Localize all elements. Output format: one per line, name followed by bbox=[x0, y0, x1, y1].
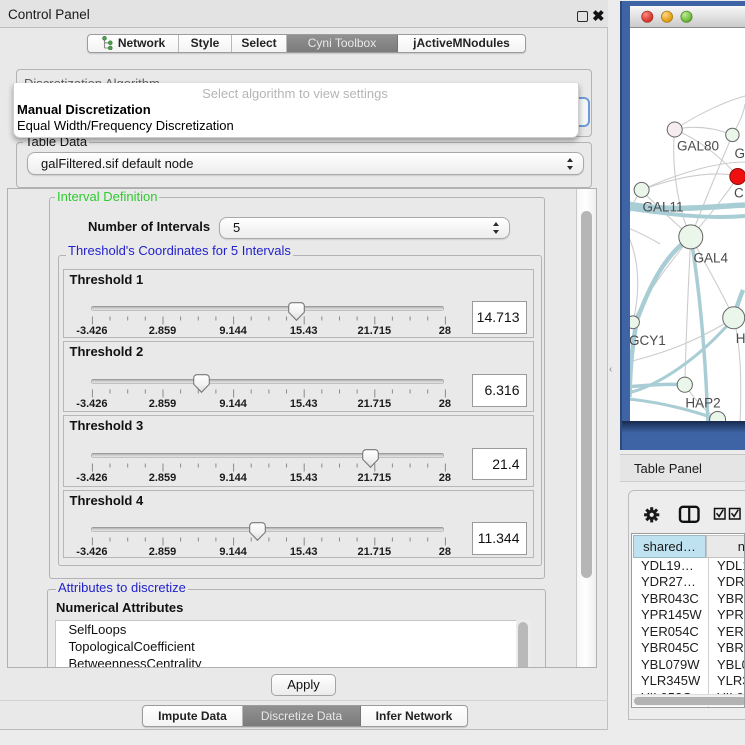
svg-text:GAL4: GAL4 bbox=[694, 251, 729, 266]
svg-text:GAL80: GAL80 bbox=[677, 139, 719, 154]
svg-text:GA: GA bbox=[735, 146, 745, 161]
svg-text:C: C bbox=[734, 186, 744, 201]
svg-text:GAL11: GAL11 bbox=[643, 200, 684, 215]
svg-text:HAP2: HAP2 bbox=[685, 396, 720, 411]
svg-text:H: H bbox=[736, 331, 745, 346]
svg-text:GCY1: GCY1 bbox=[630, 333, 666, 348]
